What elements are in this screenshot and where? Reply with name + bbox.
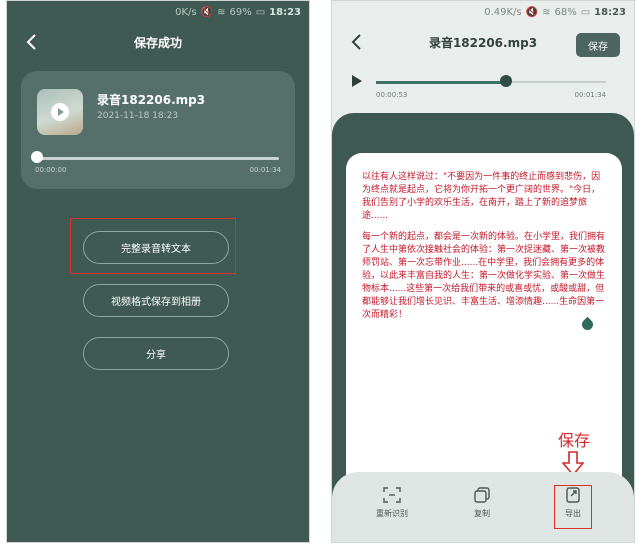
progress-knob[interactable] [500, 75, 512, 87]
save-video-button[interactable]: 视频格式保存到相册 [83, 284, 229, 317]
battery-level: 68% [554, 6, 577, 18]
file-name: 录音182206.mp3 [97, 93, 206, 107]
wifi-icon: ≋ [542, 6, 551, 18]
copy-icon [474, 487, 490, 503]
page-title: 保存成功 [133, 36, 182, 50]
total-time: 00:01:34 [249, 166, 281, 174]
copy-label: 复制 [474, 509, 490, 518]
copy-button[interactable]: 复制 [452, 486, 512, 519]
highlight-box-export [554, 485, 592, 529]
play-icon[interactable] [352, 75, 362, 87]
right-phone-screen: 0.49K/s 🔇 ≋ 68% ▭ 18:23 录音182206.mp3 保存 … [331, 0, 635, 543]
annotation-label: 保存 [558, 431, 591, 450]
battery-icon: ▭ [255, 6, 266, 18]
highlight-box-transcribe [70, 218, 236, 274]
transcript-paragraph-2: 每一个新的起点，都会是一次新的体验。在小学里，我们拥有了人生中第依次接触社会的体… [362, 232, 606, 320]
progress-fill [376, 81, 506, 84]
mute-icon: 🔇 [525, 6, 539, 18]
mute-icon: 🔇 [200, 6, 214, 18]
top-bar: 录音182206.mp3 保存 [332, 25, 634, 59]
transcript-paragraph-1: 以往有人这样说过："不要因为一件事的终止而感到悲伤，因为终点就是起点，它将为你开… [362, 172, 601, 221]
play-circle-icon[interactable] [51, 103, 69, 121]
network-speed: 0K/s [175, 6, 197, 18]
wifi-icon: ≋ [217, 6, 226, 18]
total-time: 00:01:34 [574, 91, 606, 99]
audio-thumbnail[interactable] [37, 89, 83, 135]
file-date: 2021-11-18 18:23 [97, 111, 179, 121]
current-time: 00:00:53 [376, 91, 408, 99]
top-bar: 保存成功 [7, 25, 309, 59]
progress-knob[interactable] [31, 151, 43, 163]
audio-file-card: 录音182206.mp3 2021-11-18 18:23 00:00:00 0… [21, 71, 295, 189]
clock: 18:23 [269, 6, 301, 18]
status-bar: 0.49K/s 🔇 ≋ 68% ▭ 18:23 [332, 1, 634, 23]
status-bar: 0K/s 🔇 ≋ 69% ▭ 18:23 [7, 1, 309, 23]
battery-level: 69% [229, 6, 252, 18]
share-button[interactable]: 分享 [83, 337, 229, 370]
progress-track[interactable] [37, 157, 279, 160]
network-speed: 0.49K/s [484, 6, 522, 18]
re-recognize-button[interactable]: 重新识别 [362, 486, 422, 519]
save-button[interactable]: 保存 [576, 33, 620, 57]
re-recognize-icon [383, 487, 401, 503]
battery-icon: ▭ [580, 6, 591, 18]
current-time: 00:00:00 [35, 166, 67, 174]
re-recognize-label: 重新识别 [376, 509, 408, 518]
clock: 18:23 [594, 6, 626, 18]
